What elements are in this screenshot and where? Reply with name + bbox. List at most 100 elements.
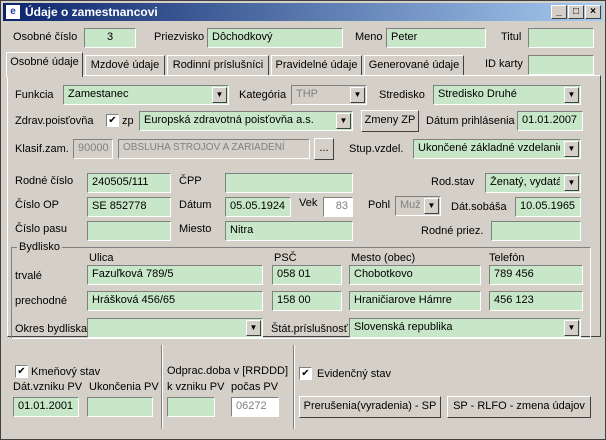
tab-osobne-udaje[interactable]: Osobné údaje (6, 52, 83, 77)
okres-select[interactable]: ▼ (87, 318, 263, 338)
cislo-pasu-label: Číslo pasu (15, 223, 67, 235)
chevron-down-icon[interactable]: ▼ (212, 87, 227, 103)
ukoncenia-label: Ukončenia PV (89, 381, 159, 393)
kategoria-label: Kategória (239, 89, 287, 101)
funkcia-label: Funkcia (15, 89, 54, 101)
divider (161, 345, 163, 429)
titul-field[interactable] (528, 28, 594, 48)
pohl-select[interactable]: Mužsk▼ (395, 196, 441, 216)
stredisko-select[interactable]: Stredisko Druhé ▼ (433, 85, 581, 105)
chevron-down-icon[interactable]: ▼ (564, 87, 579, 103)
pohl-label: Pohl (368, 199, 391, 211)
pocas-field: 06272 (231, 397, 279, 417)
window-title: Údaje o zamestnancovi (25, 5, 158, 19)
trvale-label: trvalé (15, 270, 42, 282)
trvale-psc-field[interactable]: 058 01 (272, 265, 342, 285)
kmenovy-label: Kmeňový stav (31, 366, 101, 378)
close-icon[interactable]: × (585, 5, 601, 19)
cislo-op-label: Číslo OP (15, 199, 60, 211)
stredisko-label: Stredisko (379, 89, 425, 101)
maximize-icon[interactable]: □ (568, 5, 584, 19)
stup-vzdel-label: Stup.vzdel. (349, 143, 404, 155)
sp-rlfo-button[interactable]: SP - RLFO - zmena údajov (447, 396, 591, 418)
title-bar: e Údaje o zamestnancovi _ □ × (3, 3, 603, 21)
prechodne-psc-field[interactable]: 158 00 (272, 291, 342, 311)
tab-mzdove-udaje[interactable]: Mzdové údaje (85, 55, 165, 76)
kmenovy-checkbox[interactable]: ✔ (15, 365, 28, 378)
osobne-cislo-label: Osobné číslo (13, 31, 78, 43)
miesto-label: Miesto (179, 223, 212, 235)
stat-label: Štát.príslušnosť (271, 323, 348, 335)
cpp-field[interactable] (225, 173, 353, 193)
dat-sobasa-field[interactable]: 10.05.1965 (515, 197, 581, 217)
stup-vzdel-select[interactable]: Ukončené základné vzdelanie ▼ (413, 139, 581, 159)
stat-select[interactable]: Slovenská republika ▼ (349, 318, 581, 338)
datum-prihl-label: Dátum prihlásenia (426, 115, 515, 127)
prechodne-label: prechodné (15, 295, 67, 307)
klasif-browse-button[interactable]: ... (314, 138, 334, 160)
chevron-down-icon[interactable]: ▼ (564, 320, 579, 336)
trvale-ulica-field[interactable]: Fazuľková 789/5 (87, 265, 263, 285)
prechodne-ulica-field[interactable]: Hrášková 456/65 (87, 291, 263, 311)
rodne-priez-label: Rodné priez. (421, 225, 484, 237)
cislo-op-field[interactable]: SE 852778 (87, 197, 171, 217)
minimize-icon[interactable]: _ (551, 5, 567, 19)
id-karty-label: ID karty (485, 58, 523, 70)
datum-label: Dátum (179, 199, 212, 211)
tab-generovane-udaje[interactable]: Generované údaje (364, 55, 464, 76)
priezvisko-label: Priezvisko (154, 31, 205, 43)
k-vzniku-field[interactable] (167, 397, 215, 417)
chevron-down-icon[interactable]: ▼ (350, 87, 365, 103)
id-karty-field[interactable] (528, 55, 594, 75)
chevron-down-icon[interactable]: ▼ (564, 175, 579, 191)
mesto-label: Mesto (obec) (351, 252, 416, 264)
tab-rodinni-prislusnici[interactable]: Rodinní príslušníci (167, 55, 269, 76)
klasif-text-field[interactable]: OBSLUHA STROJOV A ZARIADENÍ (118, 139, 310, 159)
bydlisko-label: Bydlisko (17, 241, 62, 253)
chevron-down-icon[interactable]: ▼ (336, 113, 351, 129)
datum-narodenia-field[interactable]: 05.05.1924 (225, 197, 291, 217)
k-vzniku-label: k vzniku PV (167, 381, 225, 393)
priezvisko-field[interactable]: Dôchodkový (207, 28, 343, 48)
trvale-telefon-field[interactable]: 789 456 (489, 265, 583, 285)
tab-pravidelne-udaje[interactable]: Pravidelné údaje (271, 55, 362, 76)
klasif-code-field[interactable]: 90000 (73, 139, 113, 159)
evidencny-checkbox[interactable]: ✔ (299, 367, 312, 380)
cislo-pasu-field[interactable] (87, 221, 171, 241)
okres-label: Okres bydliska (15, 323, 88, 335)
dat-vzniku-field[interactable]: 01.01.2001 (13, 397, 79, 417)
cpp-label: ČPP (179, 175, 202, 187)
dat-vzniku-label: Dát.vzniku PV (13, 381, 83, 393)
odprac-label: Odprac.doba v [RRDDD] (167, 365, 289, 377)
chevron-down-icon[interactable]: ▼ (424, 198, 439, 214)
rod-stav-label: Rod.stav (431, 176, 475, 188)
kategoria-select[interactable]: THP ▼ (291, 85, 367, 105)
zdrav-label: Zdrav.poisťovňa (15, 115, 94, 127)
ukoncenia-field[interactable] (87, 397, 153, 417)
zmeny-zp-button[interactable]: Zmeny ZP (361, 110, 419, 132)
meno-label: Meno (355, 31, 383, 43)
chevron-down-icon[interactable]: ▼ (564, 141, 579, 157)
zp-checkbox[interactable]: ✔ (106, 114, 119, 127)
rodne-priez-field[interactable] (491, 221, 581, 241)
prechodne-telefon-field[interactable]: 456 123 (489, 291, 583, 311)
meno-field[interactable]: Peter (386, 28, 486, 48)
pocas-label: počas PV (231, 381, 279, 393)
funkcia-select[interactable]: Zamestanec ▼ (63, 85, 229, 105)
prechodne-mesto-field[interactable]: Hraničiarove Hámre (349, 291, 481, 311)
dat-sobasa-label: Dát.sobáša (451, 201, 507, 213)
zdrav-select[interactable]: Europská zdravotná poisťovňa a.s. ▼ (139, 111, 353, 131)
chevron-down-icon[interactable]: ▼ (246, 320, 261, 336)
rod-stav-select[interactable]: Ženatý, vydatá ▼ (485, 173, 581, 193)
ulica-label: Ulica (89, 252, 114, 264)
osobne-cislo-field[interactable]: 3 (84, 28, 136, 48)
vek-field: 83 (323, 197, 353, 217)
prerusenia-button[interactable]: Prerušenia(vyradenia) - SP (299, 396, 441, 418)
datum-prihl-field[interactable]: 01.01.2007 (517, 111, 583, 131)
telefon-label: Telefón (489, 252, 525, 264)
psc-label: PSČ (274, 252, 297, 264)
miesto-field[interactable]: Nitra (225, 221, 353, 241)
rodne-cislo-field[interactable]: 240505/111 (87, 173, 171, 193)
trvale-mesto-field[interactable]: Chobotkovo (349, 265, 481, 285)
vek-label: Vek (299, 197, 318, 209)
